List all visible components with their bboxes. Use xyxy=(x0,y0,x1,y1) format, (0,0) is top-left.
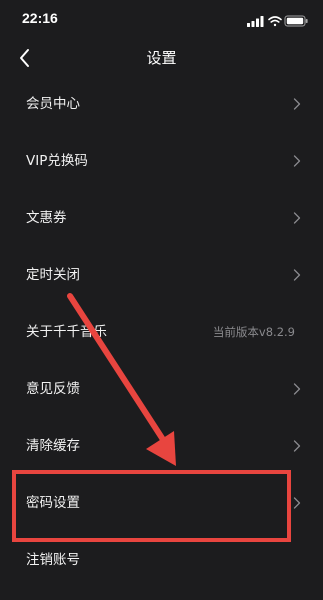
status-icons xyxy=(247,12,309,27)
settings-item-coupons[interactable]: 文惠券 xyxy=(0,190,323,247)
chevron-right-icon xyxy=(293,155,301,167)
settings-item-about[interactable]: 关于千千音乐 当前版本v8.2.9 xyxy=(0,304,323,361)
chevron-right-icon xyxy=(293,98,301,110)
settings-item-feedback[interactable]: 意见反馈 xyxy=(0,361,323,418)
settings-item-sleep-timer[interactable]: 定时关闭 xyxy=(0,247,323,304)
settings-item-membership-center[interactable]: 会员中心 xyxy=(0,76,323,133)
chevron-right-icon xyxy=(293,383,301,395)
settings-item-label: 意见反馈 xyxy=(26,381,80,397)
settings-item-label: 会员中心 xyxy=(26,96,80,112)
settings-item-label: 注销账号 xyxy=(26,552,80,568)
status-time: 22:16 xyxy=(22,10,58,26)
battery-icon xyxy=(284,15,308,27)
settings-item-label: VIP兑换码 xyxy=(26,153,88,169)
status-bar: 22:16 xyxy=(0,0,323,38)
settings-item-label: 清除缓存 xyxy=(26,438,80,454)
chevron-right-icon xyxy=(293,440,301,452)
chevron-right-icon xyxy=(293,212,301,224)
chevron-right-icon xyxy=(293,269,301,281)
wifi-icon xyxy=(268,16,282,27)
page-title: 设置 xyxy=(146,49,177,67)
settings-item-label: 定时关闭 xyxy=(26,267,80,283)
settings-item-vip-redeem-code[interactable]: VIP兑换码 xyxy=(0,133,323,190)
cellular-signal-icon xyxy=(247,16,264,27)
highlight-box xyxy=(12,470,291,542)
settings-item-clear-cache[interactable]: 清除缓存 xyxy=(0,418,323,475)
settings-item-label: 文惠券 xyxy=(26,210,67,226)
settings-item-label: 关于千千音乐 xyxy=(26,324,107,340)
nav-bar: 设置 xyxy=(0,38,323,78)
app-version: 当前版本v8.2.9 xyxy=(212,325,295,339)
chevron-right-icon xyxy=(293,497,301,509)
